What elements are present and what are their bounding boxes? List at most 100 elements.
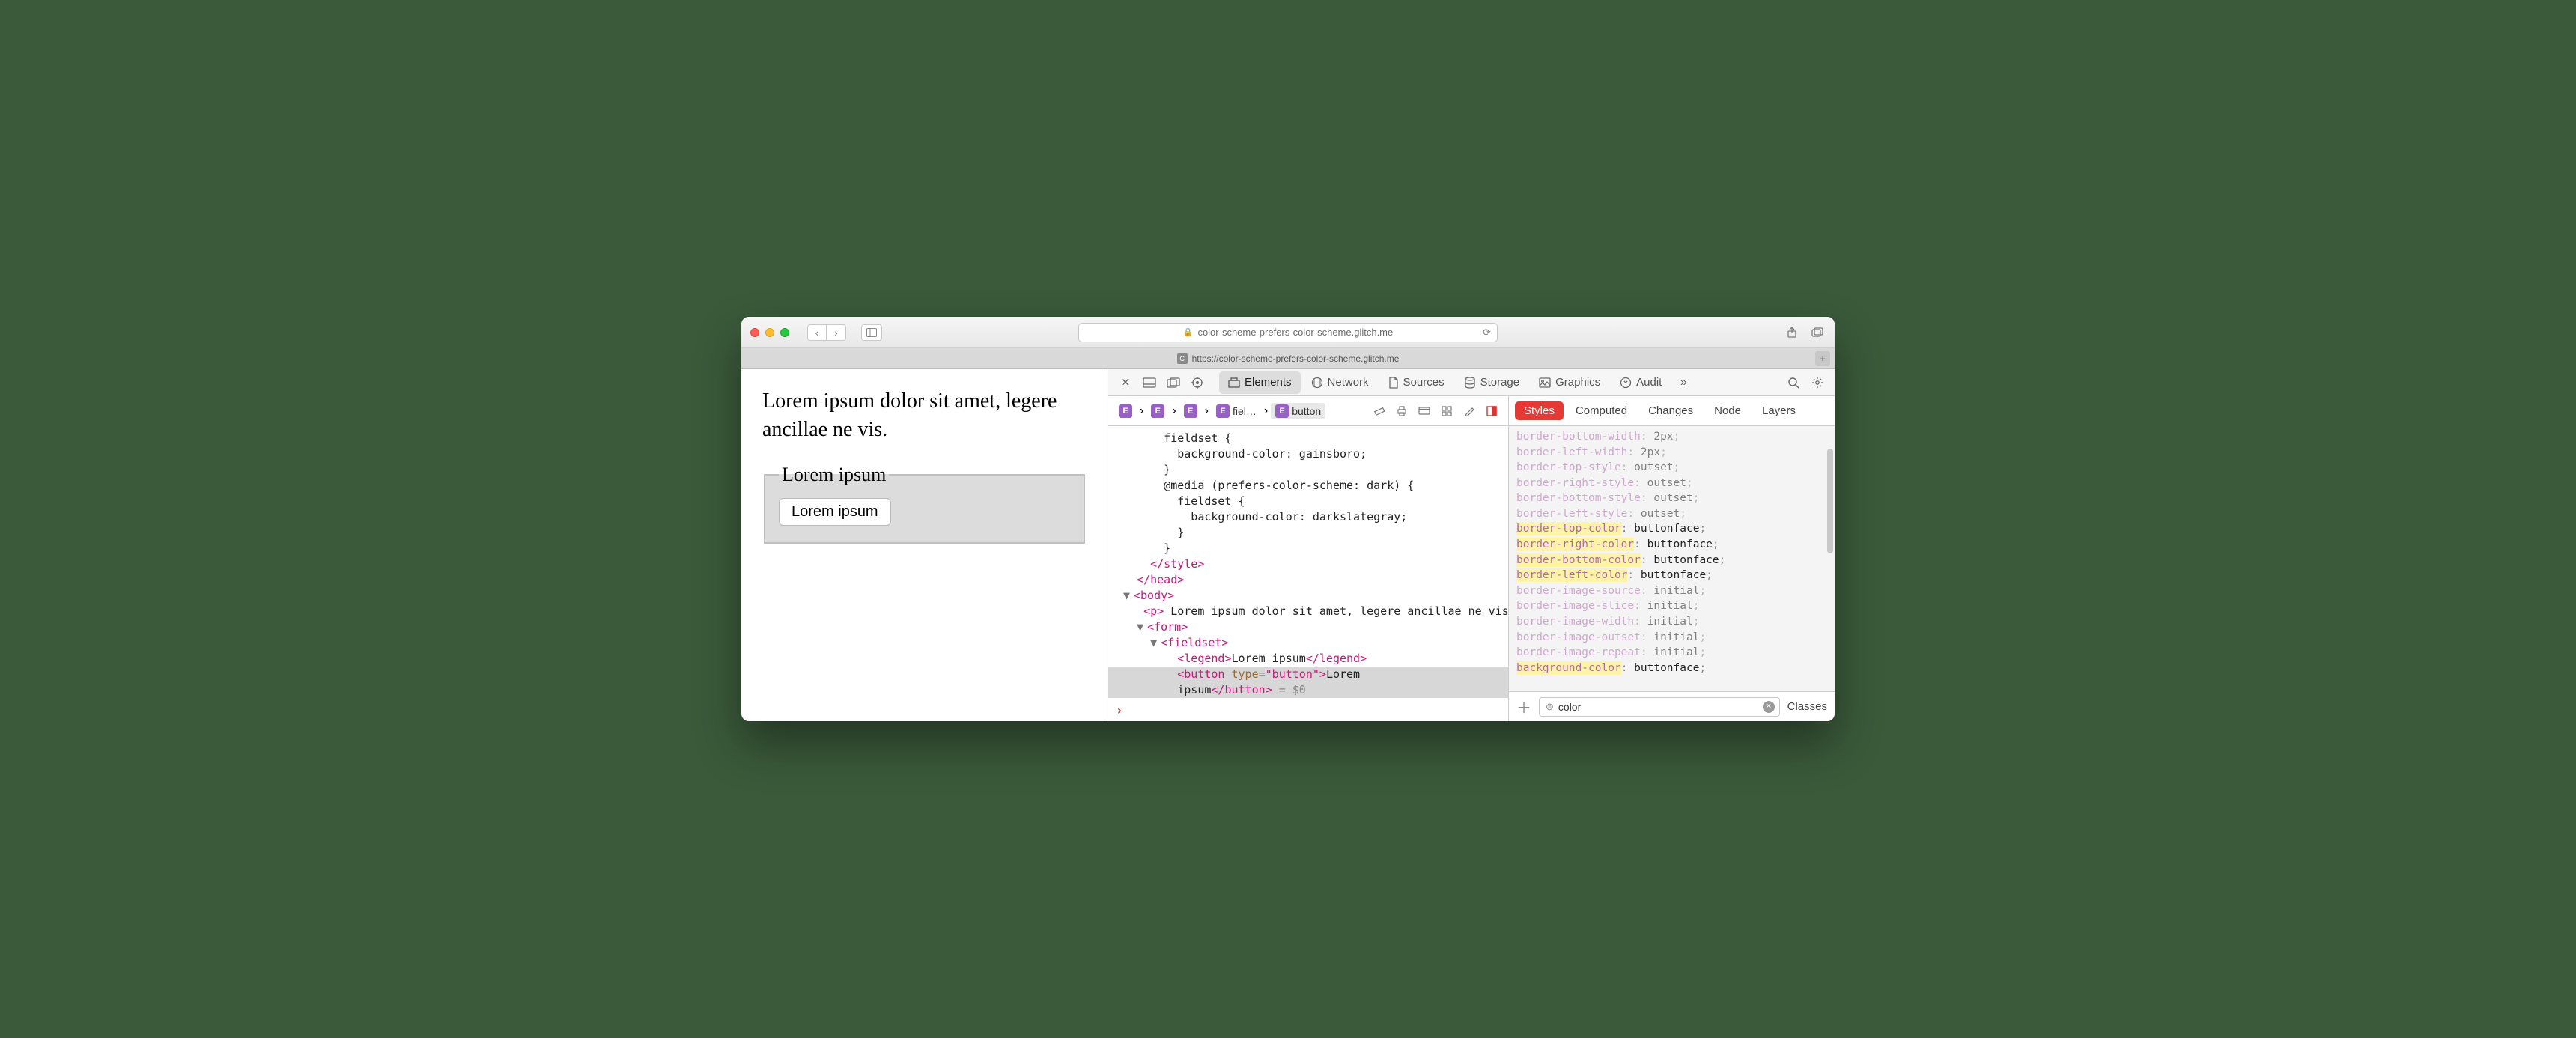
crumb-label: fiel… bbox=[1233, 405, 1257, 417]
tab-network[interactable]: Network bbox=[1302, 371, 1378, 394]
styles-panel: Styles Computed Changes Node Layers bord… bbox=[1509, 396, 1835, 721]
reload-button[interactable]: ⟳ bbox=[1483, 327, 1491, 339]
chevron-right-icon: › bbox=[1205, 404, 1209, 418]
page-fieldset: Lorem ipsum Lorem ipsum bbox=[764, 464, 1085, 544]
css-declaration[interactable]: border-right-color: buttonface; bbox=[1516, 537, 1827, 553]
close-devtools-button[interactable]: ✕ bbox=[1114, 371, 1137, 394]
compositing-icon[interactable] bbox=[1481, 401, 1502, 422]
src-line: fieldset { bbox=[1123, 494, 1501, 509]
search-button[interactable] bbox=[1782, 371, 1805, 394]
console-chevron-icon: › bbox=[1116, 703, 1123, 717]
src-line: background-color: darkslategray; bbox=[1123, 509, 1501, 525]
page-button[interactable]: Lorem ipsum bbox=[779, 498, 891, 526]
scrollbar[interactable] bbox=[1827, 449, 1833, 553]
css-declaration[interactable]: border-left-style: outset; bbox=[1516, 506, 1827, 522]
css-declaration[interactable]: border-top-style: outset; bbox=[1516, 460, 1827, 476]
new-rule-button[interactable]: ＋ bbox=[1516, 696, 1531, 717]
css-declaration[interactable]: border-image-source: initial; bbox=[1516, 583, 1827, 599]
element-badge-icon: E bbox=[1184, 404, 1197, 418]
minimize-window-button[interactable] bbox=[765, 328, 774, 337]
clear-filter-button[interactable]: ✕ bbox=[1763, 701, 1775, 713]
tab-network-label: Network bbox=[1328, 376, 1369, 389]
page-form: Lorem ipsum Lorem ipsum bbox=[762, 464, 1087, 544]
new-tab-button[interactable]: + bbox=[1815, 351, 1830, 366]
css-declaration[interactable]: border-left-width: 2px; bbox=[1516, 445, 1827, 461]
crumb-1[interactable]: E bbox=[1146, 403, 1169, 419]
src-line: } bbox=[1123, 462, 1501, 478]
computed-tab[interactable]: Computed bbox=[1567, 401, 1636, 420]
chevron-right-icon: › bbox=[1264, 404, 1268, 418]
element-badge-icon: E bbox=[1119, 404, 1132, 418]
src-line-selected[interactable]: ipsum</button> = $0 bbox=[1108, 682, 1508, 698]
node-tab[interactable]: Node bbox=[1705, 401, 1750, 420]
src-line: </style> bbox=[1123, 556, 1501, 572]
devtools: ✕ Elements Network Sources bbox=[1108, 369, 1835, 721]
element-badge-icon: E bbox=[1151, 404, 1164, 418]
changes-tab[interactable]: Changes bbox=[1639, 401, 1702, 420]
tab-audit-label: Audit bbox=[1636, 376, 1662, 389]
close-window-button[interactable] bbox=[750, 328, 759, 337]
ruler-icon[interactable] bbox=[1369, 401, 1390, 422]
layers-tab[interactable]: Layers bbox=[1753, 401, 1805, 420]
tab-elements[interactable]: Elements bbox=[1219, 371, 1301, 394]
src-line-selected[interactable]: <button type="button">Lorem bbox=[1108, 667, 1508, 682]
filter-value: color bbox=[1558, 701, 1581, 713]
tab-audit[interactable]: Audit bbox=[1611, 371, 1671, 394]
tab-sources[interactable]: Sources bbox=[1379, 371, 1453, 394]
grid-icon[interactable] bbox=[1436, 401, 1457, 422]
classes-button[interactable]: Classes bbox=[1787, 700, 1827, 713]
tab-graphics[interactable]: Graphics bbox=[1530, 371, 1609, 394]
inspect-element-button[interactable] bbox=[1186, 371, 1209, 394]
css-declaration[interactable]: background-color: buttonface; bbox=[1516, 661, 1827, 676]
sidebar-toggle-button[interactable] bbox=[861, 324, 882, 341]
tabs-overview-button[interactable] bbox=[1809, 324, 1826, 341]
css-declaration[interactable]: border-image-width: initial; bbox=[1516, 614, 1827, 630]
crumb-label: button bbox=[1292, 405, 1321, 417]
tab-title[interactable]: https://color-scheme-prefers-color-schem… bbox=[1192, 353, 1400, 364]
forward-button[interactable]: › bbox=[827, 324, 846, 341]
crumb-0[interactable]: E bbox=[1114, 403, 1137, 419]
paint-icon[interactable] bbox=[1459, 401, 1480, 422]
share-button[interactable] bbox=[1784, 324, 1800, 341]
css-declaration[interactable]: border-bottom-style: outset; bbox=[1516, 491, 1827, 506]
styles-tab[interactable]: Styles bbox=[1515, 401, 1564, 420]
back-button[interactable]: ‹ bbox=[807, 324, 827, 341]
css-declaration[interactable]: border-image-slice: initial; bbox=[1516, 598, 1827, 614]
dock-side-icon[interactable] bbox=[1162, 371, 1185, 394]
tab-graphics-label: Graphics bbox=[1555, 376, 1600, 389]
css-declaration[interactable]: border-bottom-color: buttonface; bbox=[1516, 553, 1827, 568]
address-bar[interactable]: 🔒 color-scheme-prefers-color-scheme.glit… bbox=[1078, 323, 1498, 342]
css-declaration[interactable]: border-top-color: buttonface; bbox=[1516, 521, 1827, 537]
print-icon[interactable] bbox=[1391, 401, 1412, 422]
css-declaration[interactable]: border-image-repeat: initial; bbox=[1516, 645, 1827, 661]
more-tabs-button[interactable]: » bbox=[1672, 371, 1695, 394]
device-icon[interactable] bbox=[1414, 401, 1435, 422]
crumb-4[interactable]: Ebutton bbox=[1271, 403, 1325, 419]
src-line: } bbox=[1123, 525, 1501, 541]
src-line: background-color: gainsboro; bbox=[1123, 446, 1501, 462]
dock-bottom-icon[interactable] bbox=[1138, 371, 1161, 394]
element-badge-icon: E bbox=[1275, 404, 1289, 418]
zoom-window-button[interactable] bbox=[780, 328, 789, 337]
css-declaration[interactable]: border-left-color: buttonface; bbox=[1516, 568, 1827, 583]
crumb-3[interactable]: Efiel… bbox=[1212, 403, 1261, 419]
devtools-tabbar: ✕ Elements Network Sources bbox=[1108, 369, 1835, 396]
src-line: ▼<fieldset> bbox=[1123, 635, 1501, 651]
src-line: ▼<body> bbox=[1123, 588, 1501, 604]
rendered-page: Lorem ipsum dolor sit amet, legere ancil… bbox=[741, 369, 1108, 721]
css-declaration[interactable]: border-bottom-width: 2px; bbox=[1516, 429, 1827, 445]
css-declaration[interactable]: border-image-outset: initial; bbox=[1516, 630, 1827, 646]
browser-window: ‹ › 🔒 color-scheme-prefers-color-scheme.… bbox=[741, 317, 1835, 721]
dom-tree[interactable]: fieldset { background-color: gainsboro; … bbox=[1108, 426, 1508, 699]
crumb-2[interactable]: E bbox=[1179, 403, 1202, 419]
filter-icon: ⊜ bbox=[1546, 701, 1554, 713]
tab-elements-label: Elements bbox=[1245, 376, 1292, 389]
css-declaration[interactable]: border-right-style: outset; bbox=[1516, 476, 1827, 491]
settings-button[interactable] bbox=[1806, 371, 1829, 394]
filter-input[interactable]: ⊜ color ✕ bbox=[1539, 697, 1780, 717]
src-line: fieldset { bbox=[1123, 431, 1501, 446]
tab-storage[interactable]: Storage bbox=[1455, 371, 1529, 394]
url-text: color-scheme-prefers-color-scheme.glitch… bbox=[1197, 327, 1393, 338]
css-rules-list[interactable]: border-bottom-width: 2px;border-left-wid… bbox=[1509, 426, 1835, 691]
console-prompt[interactable]: › bbox=[1108, 699, 1508, 721]
